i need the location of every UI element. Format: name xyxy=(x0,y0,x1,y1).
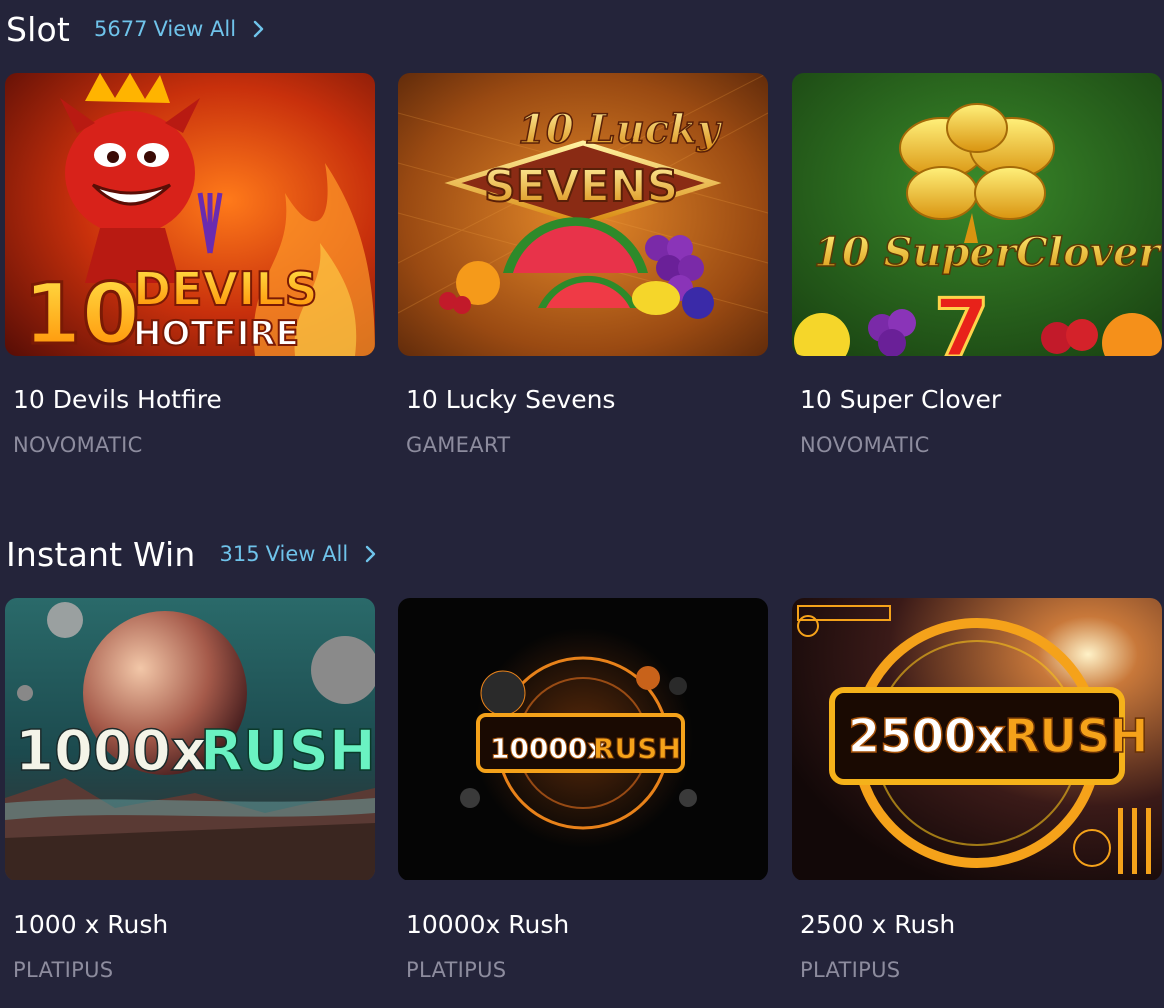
game-title[interactable]: 10 Super Clover xyxy=(800,385,1001,414)
art-title-line2: SEVENS xyxy=(484,161,678,212)
art-title-line2: HOTFIRE xyxy=(133,314,299,354)
game-count: 5677 xyxy=(94,17,148,41)
game-thumbnail[interactable]: 10 DEVILS HOTFIRE xyxy=(5,73,375,356)
art-title-line1: 10 SuperClover xyxy=(814,229,1162,276)
game-count: 315 xyxy=(219,542,260,566)
art-title-line2: RUSH xyxy=(1004,709,1148,763)
game-thumbnail[interactable]: 10 Lucky SEVENS xyxy=(398,73,768,356)
rush-10000-art: 10000x RUSH xyxy=(398,598,768,880)
art-title-line1: 2500x xyxy=(848,709,1006,763)
art-title-line1: 10000x xyxy=(490,732,605,765)
chevron-right-icon xyxy=(365,545,376,563)
game-card[interactable]: 10 SuperClover 7 10 Super Clover NOVOMAT… xyxy=(792,73,1162,457)
art-title-line2: RUSH xyxy=(593,732,681,765)
view-all-label: View All xyxy=(153,17,237,41)
game-title[interactable]: 1000 x Rush xyxy=(13,910,168,939)
game-card[interactable]: 10 DEVILS HOTFIRE 10 Devils Hotfire NOVO… xyxy=(5,73,375,457)
game-card[interactable]: 1000x RUSH 1000 x Rush PLATIPUS xyxy=(5,598,375,982)
section-header: Instant Win 315 View All xyxy=(6,534,380,574)
rush-1000-art: 1000x RUSH xyxy=(5,598,375,880)
game-title[interactable]: 10 Lucky Sevens xyxy=(406,385,615,414)
game-thumbnail[interactable]: 10 SuperClover 7 xyxy=(792,73,1162,356)
game-thumbnail[interactable]: 10000x RUSH xyxy=(398,598,768,881)
game-provider[interactable]: PLATIPUS xyxy=(406,958,506,982)
section-title: Instant Win xyxy=(6,534,196,574)
game-thumbnail[interactable]: 1000x RUSH xyxy=(5,598,375,881)
lucky-sevens-art: 10 Lucky SEVENS xyxy=(398,73,768,356)
section-header: Slot 5677 View All xyxy=(6,9,268,49)
game-card[interactable]: 10000x RUSH 10000x Rush PLATIPUS xyxy=(398,598,768,982)
super-clover-art: 10 SuperClover 7 xyxy=(792,73,1162,356)
game-card[interactable]: 2500x RUSH 2500 x Rush PLATIPUS xyxy=(792,598,1162,982)
game-title[interactable]: 10000x Rush xyxy=(406,910,569,939)
game-title[interactable]: 10 Devils Hotfire xyxy=(13,385,222,414)
game-provider[interactable]: GAMEART xyxy=(406,433,510,457)
art-title-line2: 7 xyxy=(934,282,990,356)
art-title-line1: DEVILS xyxy=(133,262,318,316)
view-all-link[interactable]: 315 View All xyxy=(220,542,381,566)
game-thumbnail[interactable]: 2500x RUSH xyxy=(792,598,1162,881)
game-title[interactable]: 2500 x Rush xyxy=(800,910,955,939)
rush-2500-art: 2500x RUSH xyxy=(792,598,1162,880)
chevron-right-icon xyxy=(253,20,264,38)
devils-hotfire-art: 10 DEVILS HOTFIRE xyxy=(5,73,375,356)
game-provider[interactable]: PLATIPUS xyxy=(800,958,900,982)
art-title-number: 10 xyxy=(23,265,140,356)
game-provider[interactable]: NOVOMATIC xyxy=(13,433,143,457)
view-all-link[interactable]: 5677 View All xyxy=(94,17,268,41)
art-title-line1: 1000x xyxy=(15,719,207,784)
view-all-label: View All xyxy=(265,542,349,566)
section-title: Slot xyxy=(6,9,71,49)
art-title-line1: 10 Lucky xyxy=(518,106,723,153)
game-provider[interactable]: PLATIPUS xyxy=(13,958,113,982)
game-provider[interactable]: NOVOMATIC xyxy=(800,433,930,457)
art-title-line2: RUSH xyxy=(200,719,375,784)
game-card[interactable]: 10 Lucky SEVENS 10 Lucky Sevens GAMEART xyxy=(398,73,768,457)
